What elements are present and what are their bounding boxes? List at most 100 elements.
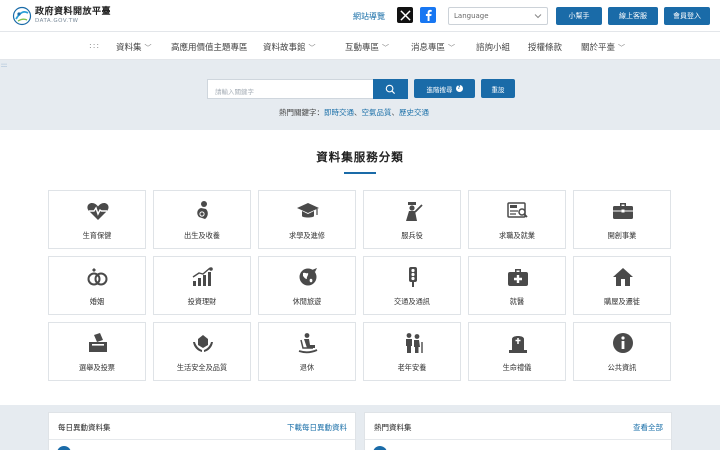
job-search-icon	[506, 200, 530, 222]
medical-kit-icon	[506, 266, 530, 288]
elderly-couple-icon	[401, 332, 425, 354]
briefcase-icon	[611, 200, 635, 222]
panel-divider	[49, 439, 355, 440]
x-social-button[interactable]	[397, 7, 413, 23]
chevron-down-icon	[534, 14, 542, 19]
language-select-value: Language	[454, 12, 489, 20]
category-card-funeral[interactable]: 生命禮儀	[468, 322, 566, 381]
category-label: 生命禮儀	[502, 363, 532, 372]
category-label: 求學及進修	[289, 231, 325, 240]
download-daily-changes-link[interactable]: 下載每日異動資料	[287, 422, 347, 433]
category-label: 生活安全及品質	[176, 363, 228, 372]
category-card-birth-adoption[interactable]: 出生及收養	[153, 190, 251, 249]
hot-keyword-link[interactable]: 空氣品質	[362, 108, 392, 117]
category-label: 投資理財	[187, 297, 217, 306]
member-login-button[interactable]: 會員登入	[664, 7, 710, 25]
list-item-badge	[57, 446, 71, 450]
hot-keywords: 熱門關鍵字：即時交通、空氣品質、歷史交通	[279, 108, 429, 117]
language-select[interactable]: Language	[448, 7, 548, 25]
reset-button[interactable]: 重設	[481, 79, 515, 98]
rings-icon	[86, 266, 110, 288]
search-input[interactable]: 請輸入關鍵字	[207, 79, 373, 99]
category-card-safety[interactable]: 生活安全及品質	[153, 322, 251, 381]
category-card-investment[interactable]: 投資理財	[153, 256, 251, 315]
daily-changes-panel: 每日異動資料集 下載每日異動資料	[48, 412, 356, 450]
chevron-down-icon: ﹀	[144, 44, 152, 52]
category-card-education[interactable]: 求學及進修	[258, 190, 356, 249]
nav-item-interactive[interactable]: 互動專區 ﹀	[345, 41, 389, 53]
search-icon	[385, 84, 396, 94]
section-title: 資料集服務分類	[316, 150, 404, 164]
nav-item-news[interactable]: 消息專區 ﹀	[411, 41, 455, 53]
panel-title: 每日異動資料集	[58, 423, 111, 432]
view-all-link[interactable]: 查看全部	[633, 422, 663, 433]
heart-pulse-icon	[86, 200, 110, 222]
site-logo[interactable]: 政府資料開放平臺 DATA.GOV.TW	[12, 6, 111, 26]
chevron-down-icon: ﹀	[382, 44, 390, 52]
category-card-medical[interactable]: 就醫	[468, 256, 566, 315]
facebook-social-button[interactable]	[420, 7, 436, 23]
ballot-box-icon	[86, 332, 110, 354]
site-guide-link[interactable]: 網站導覽	[353, 11, 385, 22]
category-label: 退休	[299, 363, 315, 372]
nav-item-data-stories[interactable]: 資料故事館 ﹀	[263, 41, 316, 53]
investment-chart-icon	[191, 266, 215, 288]
category-card-employment[interactable]: 求職及就業	[468, 190, 566, 249]
category-label: 休閒旅遊	[292, 297, 322, 306]
tombstone-icon	[506, 332, 530, 354]
top-header: 政府資料開放平臺 DATA.GOV.TW 網站導覽 Language 小幫手 線…	[0, 0, 720, 32]
advanced-search-label: 進階搜尋	[426, 85, 453, 94]
nav-item-datasets[interactable]: 資料集 ﹀	[116, 41, 152, 53]
category-card-election[interactable]: 選舉及投票	[48, 322, 146, 381]
traffic-light-icon	[401, 266, 425, 288]
popular-datasets-panel: 熱門資料集 查看全部	[364, 412, 672, 450]
hot-keyword-link[interactable]: 歷史交通	[399, 108, 429, 117]
category-card-public-info[interactable]: 公共資訊	[573, 322, 671, 381]
helper-button[interactable]: 小幫手	[556, 7, 602, 25]
category-label: 婚姻	[89, 297, 105, 306]
soldier-icon	[401, 200, 425, 222]
nav-accesskey-dots[interactable]: :::	[89, 41, 100, 50]
category-card-military[interactable]: 服兵役	[363, 190, 461, 249]
title-underline	[344, 172, 376, 174]
category-card-elderly-care[interactable]: 老年安養	[363, 322, 461, 381]
category-card-marriage[interactable]: 婚姻	[48, 256, 146, 315]
category-label: 公共資訊	[607, 363, 637, 372]
hot-keywords-label: 熱門關鍵字：	[279, 108, 324, 117]
nav-item-license[interactable]: 授權條款	[528, 41, 562, 53]
category-card-startup[interactable]: 開創事業	[573, 190, 671, 249]
category-card-transport[interactable]: 交通及通訊	[363, 256, 461, 315]
logo-subtitle: DATA.GOV.TW	[35, 17, 79, 24]
search-button[interactable]	[373, 79, 408, 99]
logo-title: 政府資料開放平臺	[35, 6, 112, 17]
info-icon	[611, 332, 635, 354]
nav-item-high-value[interactable]: 高應用價值主題專區	[171, 41, 248, 53]
online-service-button[interactable]: 線上客服	[608, 7, 658, 25]
nav-item-advisory[interactable]: 諮詢小組	[476, 41, 510, 53]
category-card-maternity[interactable]: 生育保健	[48, 190, 146, 249]
category-card-retirement[interactable]: 退休	[258, 322, 356, 381]
category-label: 出生及收養	[184, 231, 220, 240]
category-label: 購屋及遷徙	[604, 297, 640, 306]
category-card-leisure[interactable]: 休閒旅遊	[258, 256, 356, 315]
category-label: 服兵役	[401, 231, 423, 240]
page: 政府資料開放平臺 DATA.GOV.TW 網站導覽 Language 小幫手 線…	[0, 0, 720, 450]
logo-mark-icon	[12, 6, 32, 26]
main-nav: ::: 資料集 ﹀ 高應用價值主題專區 資料故事館 ﹀ 互動專區 ﹀ 消息專區 ﹀ 諮詢…	[0, 32, 720, 60]
category-label: 就醫	[509, 297, 525, 306]
content-accesskey-dots[interactable]: :::	[1, 63, 7, 69]
chevron-down-icon: ﹀	[448, 44, 456, 52]
category-label: 選舉及投票	[79, 363, 115, 372]
chevron-down-icon: ﹀	[618, 44, 626, 52]
globe-travel-icon	[296, 266, 320, 288]
help-icon: ?	[455, 85, 463, 92]
category-label: 老年安養	[397, 363, 427, 372]
category-card-housing[interactable]: 購屋及遷徙	[573, 256, 671, 315]
facebook-logo-icon	[425, 9, 432, 21]
category-label: 求職及就業	[499, 231, 535, 240]
category-label: 交通及通訊	[394, 297, 430, 306]
hot-keyword-link[interactable]: 即時交通	[324, 108, 354, 117]
panel-divider	[365, 439, 671, 440]
nav-item-about[interactable]: 關於平臺 ﹀	[581, 41, 625, 53]
advanced-search-button[interactable]: 進階搜尋 ?	[414, 79, 475, 98]
